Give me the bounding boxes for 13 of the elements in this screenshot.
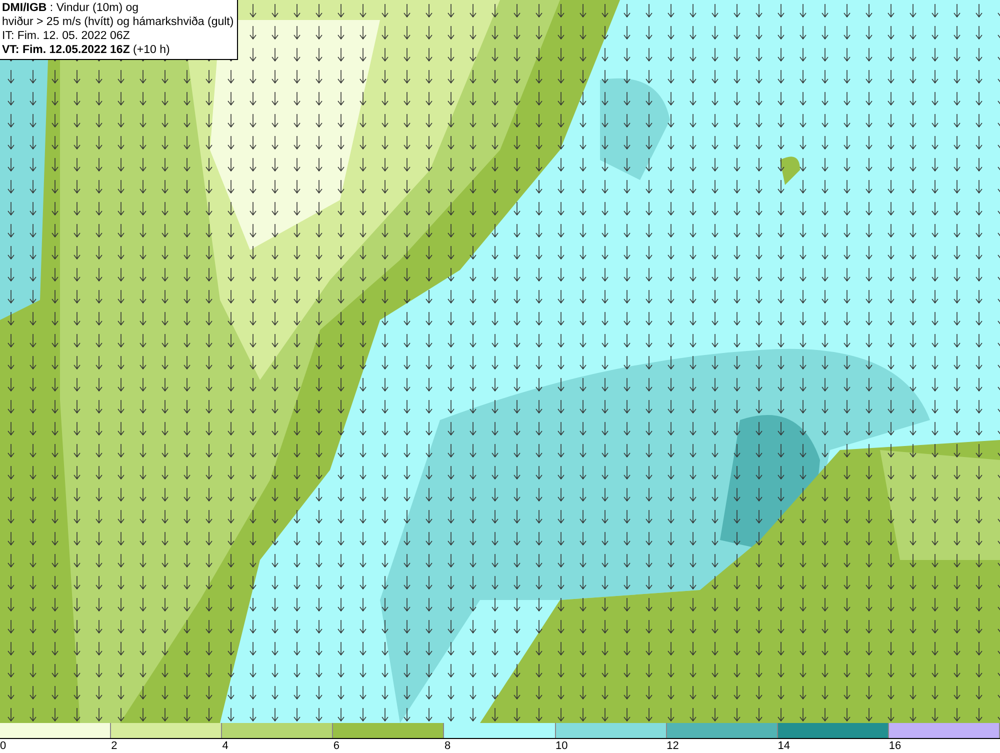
info-text: IT: Fim. 12. 05. 2022 06Z	[2, 29, 131, 43]
legend-label: 6	[333, 740, 340, 752]
legend-label: 10	[556, 740, 568, 752]
info-text: VT: Fim. 12.05.2022 16Z (+10 h)	[2, 43, 171, 57]
legend-label: 16	[888, 740, 902, 752]
info-text: hviður > 25 m/s (hvítt) og hámarkshviða (gult)	[2, 15, 234, 29]
info-text: DMI/IGB : Vindur (10m) og	[2, 1, 140, 15]
legend-label: 4	[222, 740, 228, 752]
legend-label: 12	[666, 740, 679, 752]
legend-label: 14	[778, 740, 790, 752]
legend-label: 2	[111, 740, 118, 752]
legend-label: 8	[444, 740, 451, 752]
legend-label: 0	[0, 740, 6, 752]
